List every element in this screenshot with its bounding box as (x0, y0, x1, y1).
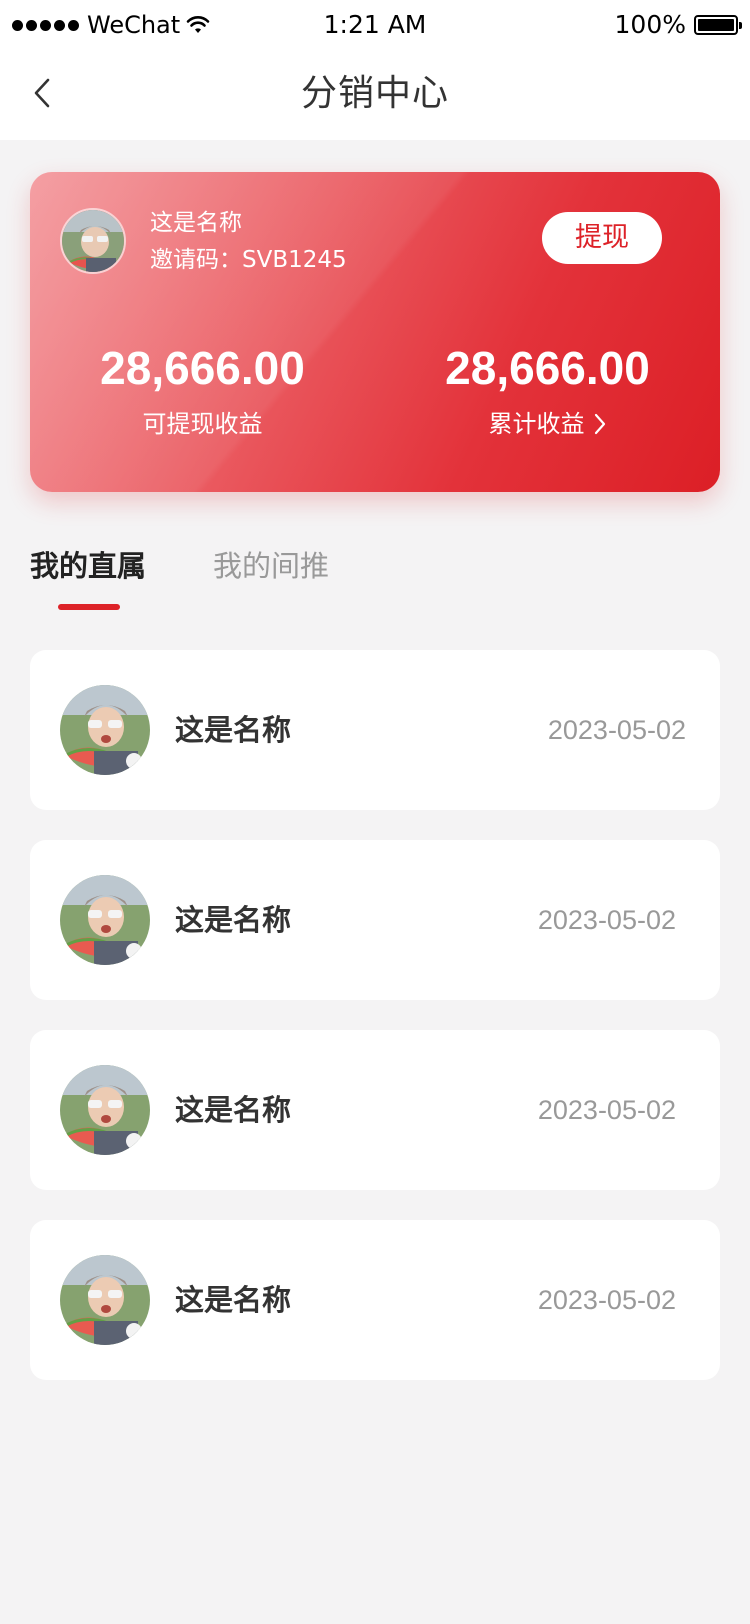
withdrawable-earnings: 28,666.00 可提现收益 (30, 340, 375, 440)
avatar (60, 1065, 150, 1155)
tab-bar: 我的直属 我的间推 (30, 546, 720, 616)
list-item-name: 这是名称 (175, 903, 292, 937)
list-item-date: 2023-05-02 (537, 1285, 676, 1315)
total-label-text: 累计收益 (488, 410, 585, 438)
earnings-card: 这是名称 邀请码：SVB1245 提现 28,666.00 可提现收益 28,6… (30, 172, 720, 492)
withdrawable-amount: 28,666.00 (100, 342, 305, 394)
nav-bar: 分销中心 (0, 50, 750, 140)
list-item[interactable]: 这是名称 2023-05-02 (30, 1220, 720, 1380)
total-earnings-link[interactable]: 累计收益 (375, 408, 720, 440)
list-item-name: 这是名称 (175, 1093, 292, 1127)
status-right: 100% (614, 10, 742, 40)
avatar-image (60, 1255, 150, 1345)
avatar (60, 1255, 150, 1345)
avatar-image (62, 210, 124, 272)
avatar (60, 875, 150, 965)
withdrawable-label-text: 可提现收益 (142, 410, 263, 438)
list-item-date: 2023-05-02 (537, 1095, 676, 1125)
list-item-name: 这是名称 (175, 713, 292, 747)
total-earnings[interactable]: 28,666.00 累计收益 (375, 340, 720, 440)
list-item[interactable]: 这是名称 2023-05-02 (30, 840, 720, 1000)
chevron-right-icon (594, 413, 605, 435)
list-item[interactable]: 这是名称 2023-05-02 (30, 1030, 720, 1190)
battery-icon (694, 15, 742, 35)
total-amount: 28,666.00 (445, 342, 650, 394)
status-bar: WeChat 1:21 AM 100% (0, 0, 750, 50)
tab-direct[interactable]: 我的直属 (30, 546, 146, 586)
list-item-date: 2023-05-02 (547, 715, 686, 745)
avatar (60, 208, 126, 274)
tab-indicator (58, 604, 120, 610)
card-user-name: 这是名称 (150, 210, 242, 236)
list-item[interactable]: 这是名称 2023-05-02 (30, 650, 720, 810)
battery-percent: 100% (614, 10, 686, 39)
page-title: 分销中心 (300, 73, 449, 114)
avatar (60, 685, 150, 775)
list-item-name: 这是名称 (175, 1283, 292, 1317)
invite-code: 邀请码：SVB1245 (150, 247, 347, 273)
list-item-date: 2023-05-02 (537, 905, 676, 935)
avatar-image (60, 1065, 150, 1155)
member-list: 这是名称 2023-05-02 这是名称 2023-05-02 这是名称 202… (30, 650, 720, 1410)
withdraw-button[interactable]: 提现 (542, 212, 662, 264)
avatar-image (60, 685, 150, 775)
withdrawable-label: 可提现收益 (30, 408, 375, 440)
avatar-image (60, 875, 150, 965)
tab-indirect[interactable]: 我的间推 (213, 546, 329, 586)
